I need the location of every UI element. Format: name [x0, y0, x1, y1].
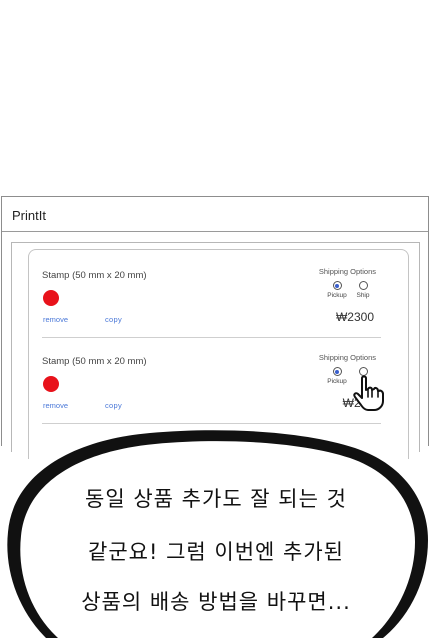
- remove-link[interactable]: remove: [43, 401, 68, 410]
- pickup-radio[interactable]: [332, 281, 342, 290]
- divider: [42, 337, 381, 338]
- caption-line-2: 같군요! 그럼 이번엔 추가된: [88, 540, 344, 564]
- pickup-option[interactable]: Pickup: [324, 367, 350, 385]
- color-swatch: [43, 290, 59, 306]
- product-name: Stamp (50 mm x 20 mm): [42, 356, 147, 367]
- caption-line-1: 동일 상품 추가도 잘 되는 것: [85, 487, 347, 511]
- blank-top-area: [0, 0, 432, 196]
- product-name: Stamp (50 mm x 20 mm): [42, 270, 147, 281]
- ship-label: Ship: [356, 292, 370, 299]
- pickup-label: Pickup: [327, 292, 347, 299]
- caption-line-3: 상품의 배송 방법을 바꾸면...: [81, 590, 351, 614]
- copy-link[interactable]: copy: [105, 401, 122, 410]
- price: ₩2300: [335, 310, 374, 324]
- ship-option[interactable]: Ship: [350, 281, 376, 299]
- copy-link[interactable]: copy: [105, 315, 122, 324]
- ship-radio[interactable]: [358, 281, 368, 290]
- shipping-options-label: Shipping Options: [318, 267, 376, 276]
- remove-link[interactable]: remove: [43, 315, 68, 324]
- speech-bubble: 동일 상품 추가도 잘 되는 것 같군요! 그럼 이번엔 추가된 상품의 배송 …: [0, 420, 432, 638]
- hand-pointer-icon: [353, 375, 384, 411]
- pickup-radio[interactable]: [332, 367, 342, 376]
- pickup-option[interactable]: Pickup: [324, 281, 350, 299]
- window-title: PrintIt: [2, 197, 428, 232]
- color-swatch: [43, 376, 59, 392]
- pickup-label: Pickup: [327, 378, 347, 385]
- shipping-options-label: Shipping Options: [318, 353, 376, 362]
